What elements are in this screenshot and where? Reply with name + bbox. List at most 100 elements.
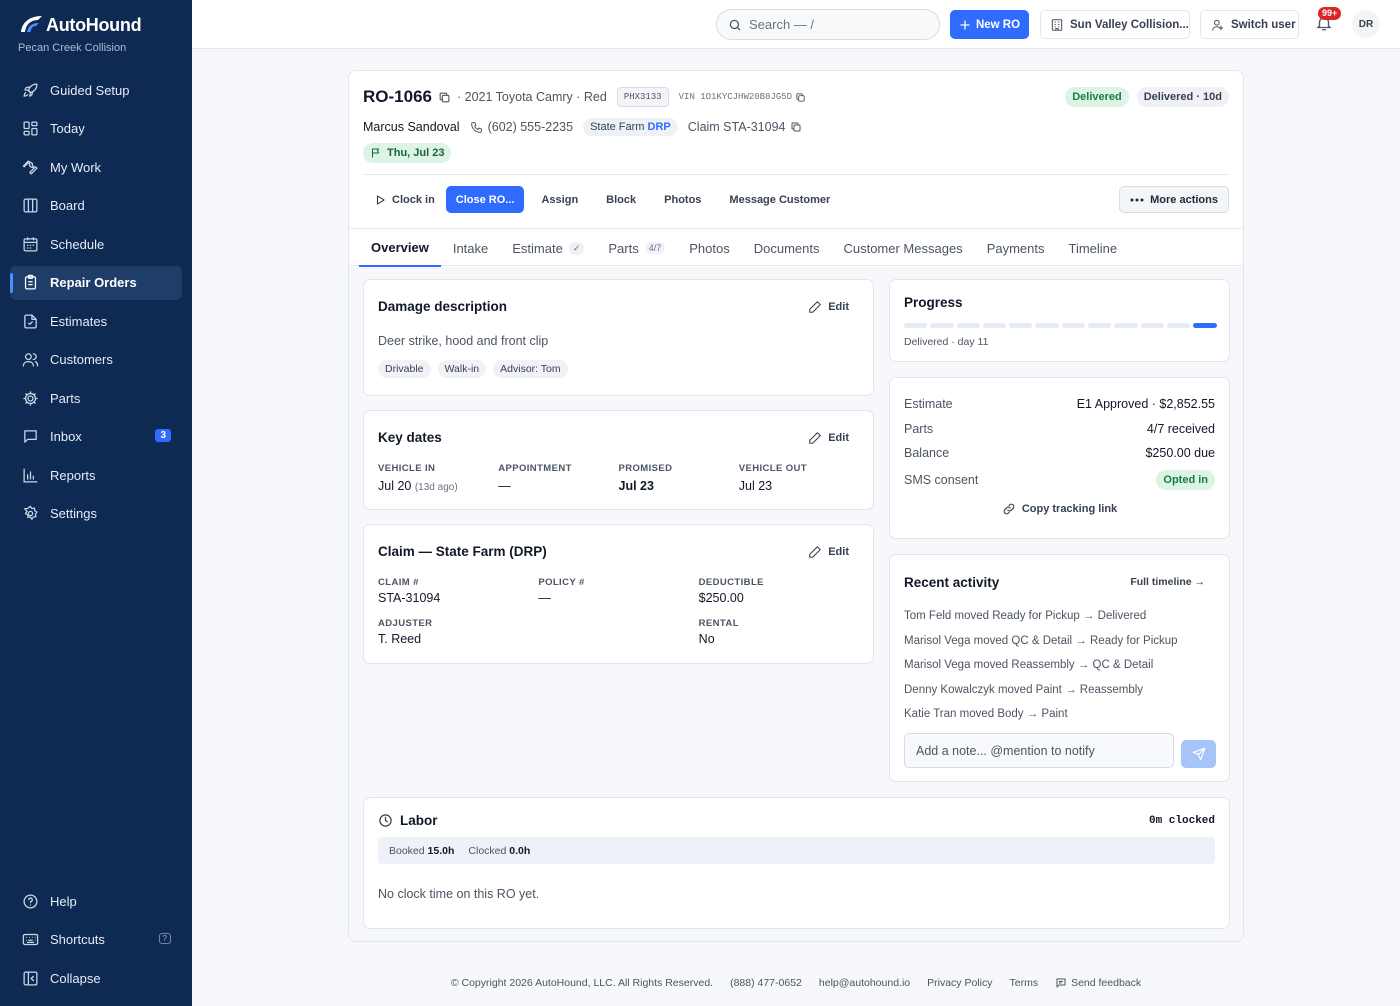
- photos-button[interactable]: Photos: [653, 186, 712, 213]
- full-timeline-link[interactable]: Full timeline →: [1130, 576, 1205, 588]
- progress-segment: [1088, 323, 1112, 328]
- send-feedback-link[interactable]: Send feedback: [1055, 977, 1141, 989]
- sidebar-item-estimates[interactable]: Estimates: [10, 304, 182, 338]
- note-placeholder: Add a note... @mention to notify: [916, 743, 1095, 758]
- avatar[interactable]: DR: [1352, 10, 1380, 38]
- labor-title: Labor: [378, 813, 438, 828]
- sidebar-item-label: Reports: [50, 467, 96, 483]
- customer-phone[interactable]: (602) 555-2235: [470, 120, 573, 134]
- summary-row-estimate: Estimate E1 Approved · $2,852.55: [904, 392, 1215, 417]
- message-customer-button[interactable]: Message Customer: [718, 186, 841, 213]
- clock-in-label: Clock in: [392, 193, 435, 206]
- shop-selector[interactable]: Sun Valley Collision...: [1040, 10, 1190, 39]
- tab-overview[interactable]: Overview: [359, 229, 441, 267]
- ro-header: RO-1066 · 2021 Toyota Camry · Red PHX313…: [363, 87, 806, 107]
- booked-label: Booked: [389, 844, 425, 857]
- progress-segment: [1035, 323, 1059, 328]
- tag-chip: Advisor: Tom: [493, 360, 568, 378]
- sidebar-item-settings[interactable]: Settings: [10, 497, 182, 531]
- send-note-button[interactable]: [1181, 740, 1216, 768]
- field-label: CLAIM #: [378, 577, 419, 588]
- key-dates-grid: VEHICLE IN Jul 20 (13d ago) APPOINTMENT — …: [378, 463, 859, 493]
- sidebar-item-board[interactable]: Board: [10, 189, 182, 223]
- search-input[interactable]: Search — /: [716, 9, 940, 40]
- booked-value: 15.0h: [427, 844, 455, 857]
- tab-intake[interactable]: Intake: [441, 229, 500, 267]
- more-actions-button[interactable]: More actions: [1119, 186, 1229, 213]
- privacy-link[interactable]: Privacy Policy: [927, 977, 992, 989]
- user-switch-icon: [1212, 19, 1224, 31]
- rental-value: No: [698, 632, 715, 646]
- settings-icon: [23, 505, 38, 521]
- repair-order-card: RO-1066 · 2021 Toyota Camry · Red PHX313…: [348, 70, 1244, 942]
- progress-segment: [930, 323, 954, 328]
- footer-phone[interactable]: (888) 477-0652: [730, 977, 802, 989]
- insurer-tag: DRP: [647, 121, 671, 133]
- tab-payments[interactable]: Payments: [975, 229, 1057, 267]
- sidebar-item-inbox[interactable]: Inbox 3: [10, 420, 182, 454]
- sidebar-item-label: Inbox: [50, 429, 82, 444]
- list-item: Tom Feld moved Ready for Pickup → Delive…: [904, 610, 1147, 622]
- copy-icon[interactable]: [795, 92, 806, 103]
- clock-icon: [379, 814, 392, 827]
- clock-in-button[interactable]: Clock in: [363, 186, 446, 213]
- sidebar-item-customers[interactable]: Customers: [10, 343, 182, 377]
- tab-customer-messages[interactable]: Customer Messages: [831, 229, 974, 267]
- sidebar-item-shortcuts[interactable]: Shortcuts ?: [10, 923, 182, 957]
- tab-documents[interactable]: Documents: [742, 229, 832, 267]
- edit-label: Edit: [828, 432, 849, 444]
- summary-value: $250.00 due: [1145, 446, 1215, 461]
- block-button[interactable]: Block: [595, 186, 647, 213]
- terms-link[interactable]: Terms: [1009, 977, 1038, 989]
- copy-tracking-link-button[interactable]: Copy tracking link: [890, 502, 1229, 516]
- tab-photos[interactable]: Photos: [677, 229, 741, 267]
- sidebar-item-today[interactable]: Today: [10, 112, 182, 146]
- summary-rows: Estimate E1 Approved · $2,852.55 Parts 4/7…: [904, 392, 1215, 492]
- new-ro-button[interactable]: New RO: [950, 10, 1029, 39]
- sidebar-item-schedule[interactable]: Schedule: [10, 227, 182, 261]
- logo[interactable]: AutoHound Pecan Creek Collision: [18, 14, 142, 55]
- sidebar-item-label: Help: [50, 893, 77, 909]
- tab-parts[interactable]: Parts 4/7: [596, 229, 677, 267]
- sidebar-item-help[interactable]: Help: [10, 884, 182, 918]
- feedback-icon: [1056, 978, 1066, 988]
- tab-estimate[interactable]: Estimate ✓: [500, 229, 596, 267]
- tab-timeline[interactable]: Timeline: [1057, 229, 1130, 267]
- progress-segment: [904, 323, 928, 328]
- customer-name[interactable]: Marcus Sandoval: [363, 120, 460, 134]
- progress-segment: [1114, 323, 1138, 328]
- sidebar-item-guided-setup[interactable]: Guided Setup: [10, 73, 182, 107]
- sidebar-item-reports[interactable]: Reports: [10, 458, 182, 492]
- close-ro-button[interactable]: Close RO...: [445, 186, 525, 213]
- file-icon: [24, 313, 37, 329]
- recent-activity-panel: Recent activity Full timeline → Tom Feld…: [889, 554, 1230, 782]
- edit-claim-button[interactable]: Edit: [808, 545, 849, 559]
- sidebar-item-label: Repair Orders: [50, 275, 137, 290]
- vehicle-description: · 2021 Toyota Camry · Red: [456, 90, 607, 104]
- damage-description-panel: Damage description Edit Deer strike, hoo…: [363, 279, 874, 396]
- copy-icon[interactable]: [438, 91, 451, 104]
- footer-email[interactable]: help@autohound.io: [819, 977, 910, 989]
- summary-row-balance: Balance $250.00 due: [904, 441, 1215, 466]
- summary-key: Estimate: [904, 397, 953, 412]
- gear-icon: [23, 390, 38, 406]
- sidebar-item-my-work[interactable]: My Work: [10, 150, 182, 184]
- sidebar-item-label: Shortcuts: [50, 932, 105, 947]
- sidebar-item-parts[interactable]: Parts: [10, 381, 182, 415]
- action-bar: Clock in Close RO... Assign Block Photos…: [363, 186, 841, 213]
- labor-summary-bar: Booked 15.0h Clocked 0.0h: [378, 837, 1215, 864]
- switch-user-button[interactable]: Switch user: [1200, 10, 1299, 39]
- assign-button[interactable]: Assign: [530, 186, 589, 213]
- edit-label: Edit: [828, 546, 849, 558]
- copy-icon[interactable]: [790, 121, 802, 133]
- edit-damage-button[interactable]: Edit: [808, 300, 849, 314]
- promised-date: Thu, Jul 23: [387, 147, 445, 159]
- sms-consent-badge: Opted in: [1156, 469, 1215, 490]
- sidebar-item-collapse[interactable]: Collapse: [10, 961, 182, 995]
- shop-name: Pecan Creek Collision: [18, 42, 127, 54]
- sidebar-item-repair-orders[interactable]: Repair Orders: [10, 265, 182, 300]
- note-input[interactable]: Add a note... @mention to notify: [904, 733, 1174, 768]
- list-item: Katie Tran moved Body → Paint: [904, 708, 1068, 720]
- plus-icon: [960, 19, 970, 30]
- edit-dates-button[interactable]: Edit: [808, 431, 849, 445]
